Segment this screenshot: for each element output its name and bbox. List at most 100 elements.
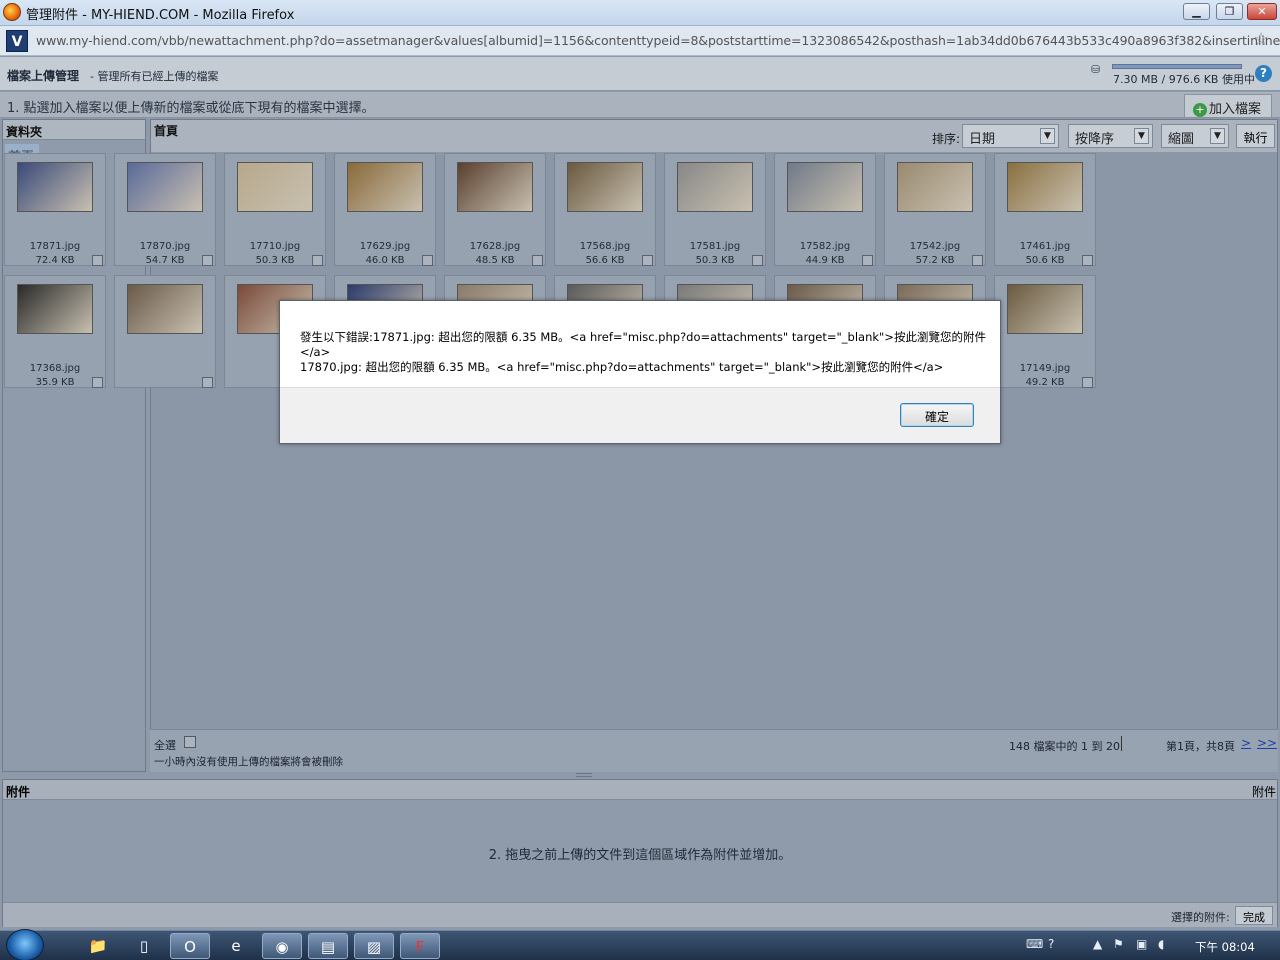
- file-checkbox[interactable]: [92, 377, 103, 388]
- file-thumbnail[interactable]: 17568.jpg 56.6 KB: [554, 153, 656, 266]
- thumbnail-image: [897, 162, 973, 212]
- window-title: 管理附件 - MY-HIEND.COM - Mozilla Firefox: [26, 8, 295, 23]
- file-name: 17149.jpg: [1019, 363, 1071, 374]
- outlook-taskbar-icon[interactable]: O: [170, 933, 210, 959]
- site-favicon-icon: V: [6, 30, 28, 52]
- file-thumbnail[interactable]: 17149.jpg 49.2 KB: [994, 275, 1096, 388]
- file-size: 56.6 KB: [585, 255, 625, 266]
- file-name: 17710.jpg: [249, 241, 301, 252]
- ok-button[interactable]: 確定: [900, 403, 974, 427]
- current-folder-title: 首頁: [154, 124, 179, 138]
- file-thumbnail[interactable]: 17628.jpg 48.5 KB: [444, 153, 546, 266]
- file-thumbnail[interactable]: 17871.jpg 72.4 KB: [4, 153, 106, 266]
- file-checkbox[interactable]: [312, 255, 323, 266]
- file-checkbox[interactable]: [92, 255, 103, 266]
- error-dialog: 發生以下錯誤:17871.jpg: 超出您的限額 6.35 MB。<a href…: [279, 300, 1001, 444]
- file-size: 57.2 KB: [915, 255, 955, 266]
- help-tray-icon[interactable]: ?: [1048, 937, 1054, 951]
- help-icon[interactable]: ?: [1255, 65, 1272, 82]
- file-size: 50.6 KB: [1025, 255, 1065, 266]
- url-field[interactable]: www.my-hiend.com/vbb/newattachment.php?d…: [36, 33, 1280, 48]
- divider: [1121, 736, 1122, 751]
- clock[interactable]: 下午 08:04: [1195, 939, 1255, 955]
- bookmark-star-icon[interactable]: ☆: [1253, 29, 1269, 50]
- go-button[interactable]: 執行: [1236, 124, 1275, 148]
- file-checkbox[interactable]: [422, 255, 433, 266]
- explorer-taskbar-icon[interactable]: 📁: [78, 933, 118, 959]
- file-checkbox[interactable]: [1082, 377, 1093, 388]
- file-checkbox[interactable]: [752, 255, 763, 266]
- file-checkbox[interactable]: [642, 255, 653, 266]
- start-orb-icon[interactable]: [6, 929, 44, 960]
- file-thumbnail[interactable]: 17368.jpg 35.9 KB: [4, 275, 106, 388]
- folder-heading: 資料夾: [3, 120, 145, 140]
- minimize-button[interactable]: ▁: [1183, 3, 1210, 20]
- file-thumbnail[interactable]: 17461.jpg 50.6 KB: [994, 153, 1096, 266]
- file-thumbnail[interactable]: 17629.jpg 46.0 KB: [334, 153, 436, 266]
- document-taskbar-icon[interactable]: ▤: [308, 933, 348, 959]
- file-size: 50.3 KB: [255, 255, 295, 266]
- last-page-link[interactable]: >>: [1257, 736, 1277, 750]
- file-name: 17461.jpg: [1019, 241, 1071, 252]
- selected-attachments-label: 選擇的附件:: [1171, 911, 1230, 924]
- notepad-taskbar-icon[interactable]: ▯: [124, 933, 164, 959]
- add-file-button[interactable]: + 加入檔案: [1184, 94, 1272, 118]
- flag-icon[interactable]: ⚑: [1113, 937, 1124, 951]
- file-size: 49.2 KB: [1025, 377, 1065, 388]
- thumbnail-image: [677, 162, 753, 212]
- ie-taskbar-icon[interactable]: e: [216, 933, 256, 959]
- filezilla-taskbar-icon[interactable]: F: [400, 933, 440, 959]
- chevron-down-icon: ▼: [1134, 128, 1149, 144]
- show-hidden-icon[interactable]: ▲: [1093, 937, 1102, 951]
- file-checkbox[interactable]: [202, 377, 213, 388]
- thumbnail-image: [127, 284, 203, 334]
- keyboard-icon[interactable]: ⌨: [1026, 937, 1043, 951]
- next-page-link[interactable]: >: [1241, 736, 1251, 750]
- error-line-2: 17870.jpg: 超出您的限額 6.35 MB。<a href="misc.…: [300, 360, 944, 374]
- file-count: 148 檔案中的 1 到 20: [1009, 740, 1120, 753]
- file-size: 54.7 KB: [145, 255, 185, 266]
- firefox-icon: [3, 3, 21, 21]
- network-icon[interactable]: ▣: [1136, 937, 1147, 951]
- thumbnail-image: [17, 162, 93, 212]
- attachments-right-label: 附件: [1252, 785, 1277, 799]
- file-thumbnail[interactable]: [114, 275, 216, 388]
- page-indicator: 第1頁，共8頁: [1166, 740, 1235, 753]
- volume-icon[interactable]: ◖: [1158, 937, 1164, 951]
- quota-text: 7.30 MB / 976.6 KB 使用中: [1113, 73, 1255, 86]
- page-content: 檔案上傳管理 - 管理所有已經上傳的檔案 ⛁ 7.30 MB / 976.6 K…: [0, 57, 1280, 930]
- file-checkbox[interactable]: [972, 255, 983, 266]
- file-name: 17870.jpg: [139, 241, 191, 252]
- file-size: 46.0 KB: [365, 255, 405, 266]
- thumbnail-image: [1007, 162, 1083, 212]
- step2-instruction: 2. 拖曳之前上傳的文件到這個區域作為附件並增加。: [488, 848, 792, 863]
- thumbnail-image: [17, 284, 93, 334]
- firefox-taskbar-icon[interactable]: ◉: [262, 933, 302, 959]
- file-checkbox[interactable]: [862, 255, 873, 266]
- close-button[interactable]: ✕: [1247, 3, 1277, 20]
- sort-by-select[interactable]: 日期 ▼: [962, 124, 1059, 148]
- taskbar: 📁 ▯ O e ◉ ▤ ▨ F ⌨ ? ▲ ⚑ ▣ ◖ 下午 08:04: [0, 929, 1280, 960]
- sort-order-select[interactable]: 按降序 ▼: [1068, 124, 1153, 148]
- photo-taskbar-icon[interactable]: ▨: [354, 933, 394, 959]
- file-thumbnail[interactable]: 17710.jpg 50.3 KB: [224, 153, 326, 266]
- file-checkbox[interactable]: [1082, 255, 1093, 266]
- restore-button[interactable]: ❐: [1216, 3, 1243, 20]
- file-thumbnail[interactable]: 17542.jpg 57.2 KB: [884, 153, 986, 266]
- resize-handle[interactable]: [576, 773, 592, 777]
- file-thumbnail[interactable]: 17870.jpg 54.7 KB: [114, 153, 216, 266]
- thumbnail-image: [567, 162, 643, 212]
- file-checkbox[interactable]: [532, 255, 543, 266]
- file-name: 17582.jpg: [799, 241, 851, 252]
- sort-label: 排序:: [932, 132, 961, 146]
- file-checkbox[interactable]: [202, 255, 213, 266]
- select-all-checkbox[interactable]: [184, 736, 196, 748]
- view-mode-select[interactable]: 縮圖 ▼: [1161, 124, 1229, 148]
- thumbnail-image: [127, 162, 203, 212]
- sort-order-value: 按降序: [1075, 132, 1115, 147]
- file-thumbnail[interactable]: 17581.jpg 50.3 KB: [664, 153, 766, 266]
- file-thumbnail[interactable]: 17582.jpg 44.9 KB: [774, 153, 876, 266]
- file-size: 72.4 KB: [35, 255, 75, 266]
- done-button[interactable]: 完成: [1235, 906, 1273, 925]
- sort-by-value: 日期: [969, 132, 996, 147]
